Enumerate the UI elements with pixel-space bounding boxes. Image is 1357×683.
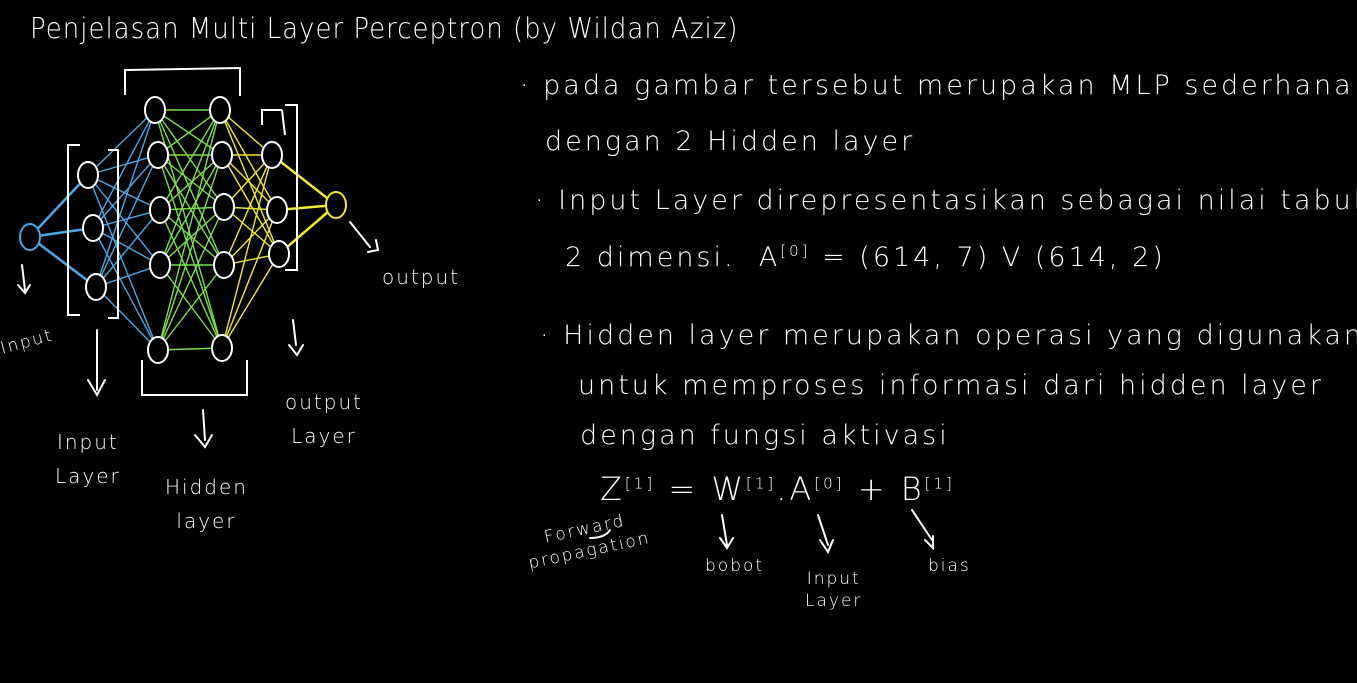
connection-line <box>221 209 278 349</box>
neuron <box>211 141 233 169</box>
arrow-bobot <box>719 514 734 550</box>
neuron <box>77 161 99 189</box>
bullet2-text: Input Layer direpresentasikan sebagai ni… <box>558 185 1357 216</box>
formula-z: Z <box>600 470 625 508</box>
neuron <box>325 191 347 219</box>
arrow-input-layer <box>817 514 834 555</box>
bullet2-line1: · Input Layer direpresentasikan sebagai … <box>535 185 1357 216</box>
neuron <box>82 214 104 242</box>
bullet1-line1: · pada gambar tersebut merupakan MLP sed… <box>520 70 1354 101</box>
neuron <box>209 96 231 124</box>
neuron <box>149 251 171 279</box>
neuron <box>266 196 288 224</box>
bias-annotation: bias <box>928 556 971 576</box>
formula-b-sup: [1] <box>924 474 955 493</box>
neuron <box>213 251 235 279</box>
neuron <box>19 223 41 251</box>
connection-line <box>29 174 89 238</box>
formula-a: A <box>789 470 815 508</box>
bobot-annotation: bobot <box>705 556 765 576</box>
hidden-layer-label-line2: layer <box>176 509 237 533</box>
neuron <box>149 196 171 224</box>
hidden-layer-label: Hidden layer <box>165 470 248 538</box>
formula-plus: + <box>857 470 888 508</box>
neuron <box>144 96 166 124</box>
formula-eq: = <box>668 470 699 508</box>
neuron <box>147 141 169 169</box>
neuron <box>268 240 290 268</box>
forward-formula: Z[1] = W[1].A[0] + B[1] <box>600 470 955 508</box>
neuron <box>147 336 169 364</box>
formula-shape: = (614, 7) V (614, 2) <box>822 242 1166 273</box>
formula-a0-sup: [0] <box>780 242 811 260</box>
formula-a0: A <box>758 242 781 273</box>
bullet2-dimensi: 2 dimensi <box>565 242 724 273</box>
neuron <box>261 141 283 169</box>
formula-b: B <box>900 470 925 508</box>
connection-line <box>95 154 159 288</box>
output-label: output <box>382 265 460 289</box>
output-layer-label: output Layer <box>285 385 363 453</box>
bullet1-line2: dengan 2 Hidden layer <box>545 126 916 157</box>
connection-line <box>95 109 156 288</box>
neuron <box>213 193 235 221</box>
forward-propagation-annotation: Forward propagation <box>522 506 653 575</box>
bullet3-line3: dengan fungsi aktivasi <box>580 420 950 451</box>
input-annotation-line1: Input <box>806 569 861 589</box>
layer-bracket <box>141 360 248 396</box>
input-layer-label-line1: Input <box>56 430 119 454</box>
input-layer-annotation: Input Layer <box>805 568 862 612</box>
connection-line <box>95 286 159 351</box>
bullet1-text: pada gambar tersebut merupakan MLP seder… <box>543 70 1354 101</box>
formula-dot: . <box>776 470 790 508</box>
connection-line <box>87 174 159 351</box>
bullet3-text: Hidden layer merupakan operasi yang digu… <box>563 320 1357 351</box>
connection-line <box>29 236 97 288</box>
output-layer-label-line1: output <box>285 390 363 414</box>
bullet3-line2: untuk memproses informasi dari hidden la… <box>578 370 1324 401</box>
output-layer-label-line2: Layer <box>291 424 357 448</box>
neuron <box>211 334 233 362</box>
formula-a-sup: [0] <box>814 474 845 493</box>
input-layer-label: Input Layer <box>55 425 121 493</box>
hidden-layer-label-line1: Hidden <box>165 475 248 499</box>
formula-w-sup: [1] <box>745 474 777 493</box>
arrow-bias <box>911 509 934 551</box>
layer-bracket <box>124 66 241 96</box>
mlp-network-diagram <box>19 66 347 396</box>
input-annotation-line2: Layer <box>805 591 863 611</box>
formula-w: W <box>711 470 746 508</box>
formula-z-sup: [1] <box>624 474 656 493</box>
input-layer-label-line2: Layer <box>55 464 121 488</box>
bullet3-line1: · Hidden layer merupakan operasi yang di… <box>540 320 1357 351</box>
neuron <box>85 273 107 301</box>
bullet2-line2: 2 dimensi. A[0] = (614, 7) V (614, 2) <box>565 242 1166 273</box>
